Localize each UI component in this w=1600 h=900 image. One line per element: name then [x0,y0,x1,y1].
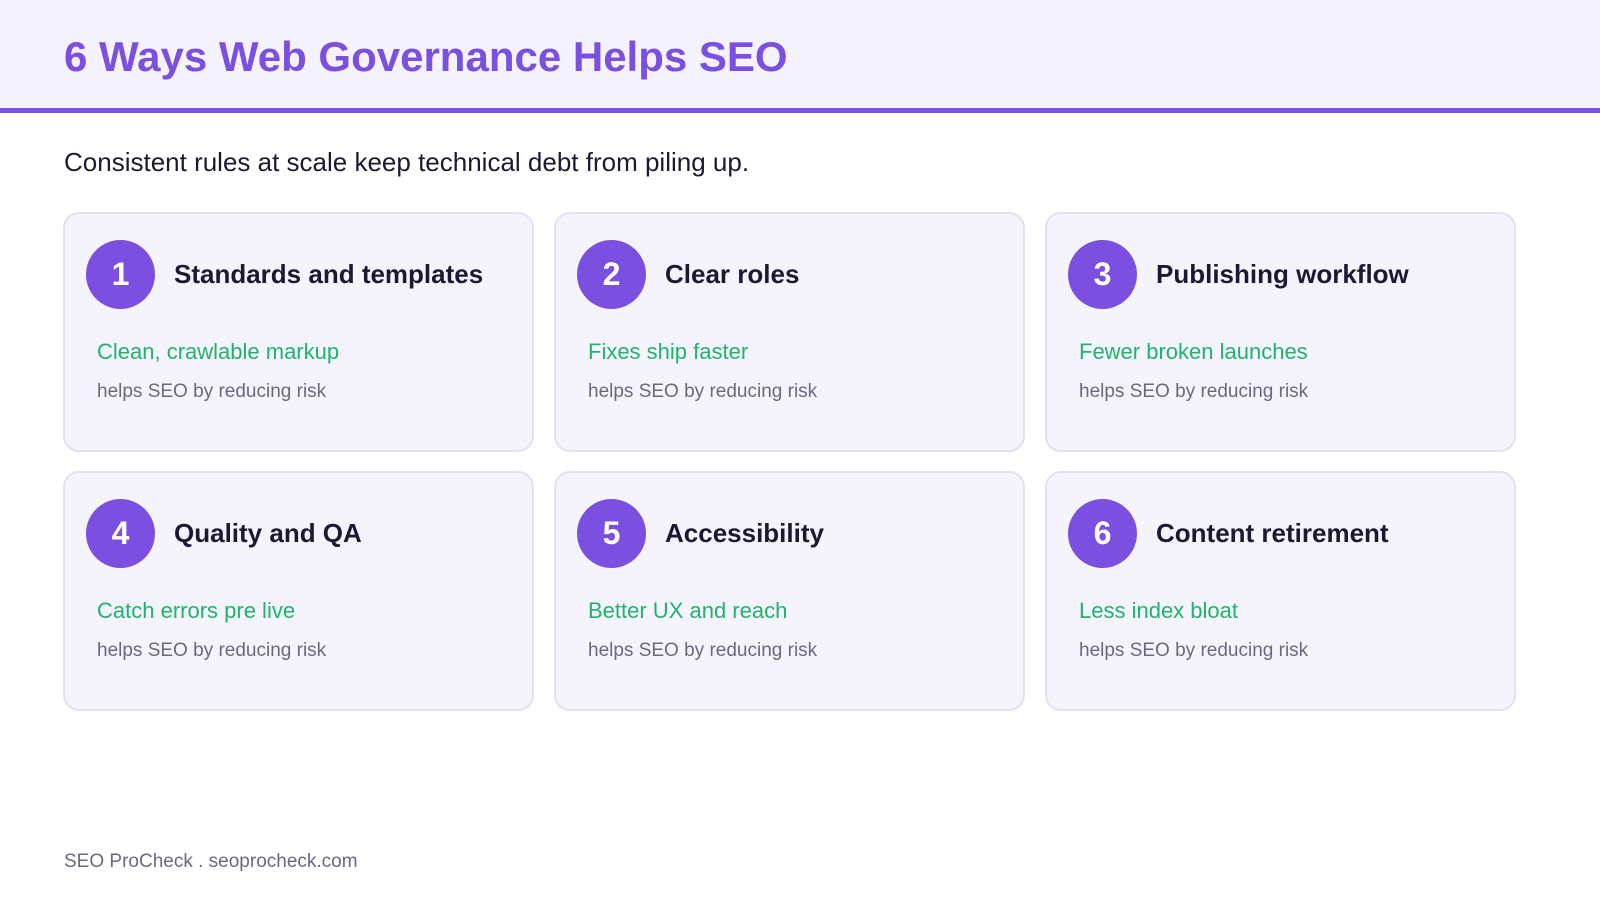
card-benefit: Catch errors pre live [97,598,296,623]
card-note: helps SEO by reducing risk [97,381,327,402]
card-title: Publishing workflow [1156,259,1409,289]
card-benefit: Fewer broken launches [1079,339,1308,364]
footer-credit: SEO ProCheck . seoprocheck.com [64,851,358,872]
card-title: Content retirement [1156,518,1389,548]
card-note: helps SEO by reducing risk [1079,381,1309,402]
card-quality-and-qa: 4 Quality and QA Catch errors pre live h… [63,471,534,711]
number-badge: 4 [86,499,155,568]
card-note: helps SEO by reducing risk [97,640,327,661]
card-note: helps SEO by reducing risk [588,381,818,402]
card-note: helps SEO by reducing risk [588,640,818,661]
number-badge: 3 [1068,240,1137,309]
card-benefit: Fixes ship faster [588,339,749,364]
card-benefit: Better UX and reach [588,598,788,623]
card-benefit: Less index bloat [1079,598,1238,623]
card-title: Standards and templates [174,259,484,289]
card-clear-roles: 2 Clear roles Fixes ship faster helps SE… [554,212,1025,452]
card-publishing-workflow: 3 Publishing workflow Fewer broken launc… [1045,212,1516,452]
card-standards-and-templates: 1 Standards and templates Clean, crawlab… [63,212,534,452]
card-title: Quality and QA [174,518,362,548]
card-title: Clear roles [665,259,800,289]
card-content-retirement: 6 Content retirement Less index bloat he… [1045,471,1516,711]
card-accessibility: 5 Accessibility Better UX and reach help… [554,471,1025,711]
number-badge: 6 [1068,499,1137,568]
card-note: helps SEO by reducing risk [1079,640,1309,661]
card-benefit: Clean, crawlable markup [97,339,340,364]
number-badge: 2 [577,240,646,309]
card-grid: 1 Standards and templates Clean, crawlab… [0,0,1600,900]
number-badge: 1 [86,240,155,309]
number-badge: 5 [577,499,646,568]
card-title: Accessibility [665,518,824,548]
